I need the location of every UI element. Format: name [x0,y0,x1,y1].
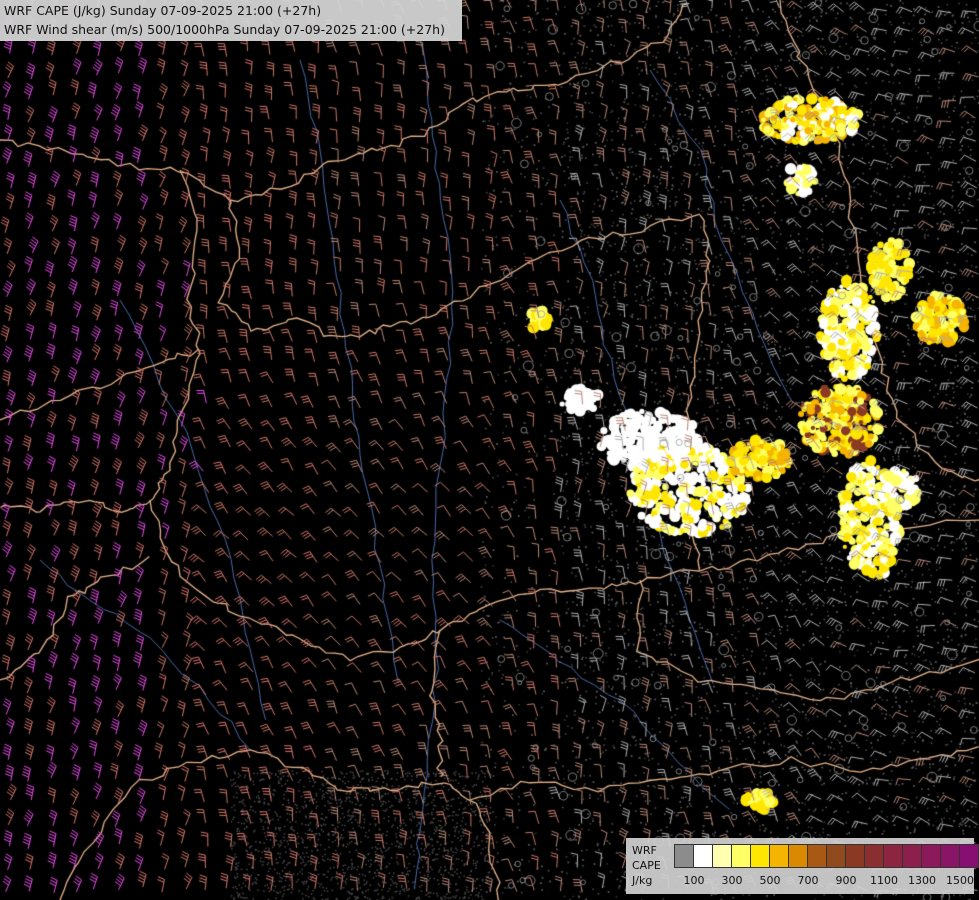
legend-tick: 900 [835,874,857,887]
legend-swatch [732,845,751,867]
legend-color-scale [674,844,979,868]
legend-tick: 1300 [908,874,936,887]
legend-tick: 300 [721,874,743,887]
legend-swatch [694,845,713,867]
legend-swatch [789,845,808,867]
legend-swatch [713,845,732,867]
cape-legend: WRF CAPE J/kg 100 300 500 700 900 1100 1300 150… [626,838,979,894]
legend-swatch [770,845,789,867]
legend-swatch [903,845,922,867]
legend-field-label: CAPE [632,859,661,872]
legend-swatch [960,845,979,867]
legend-model-label: WRF [632,844,657,857]
legend-tick: 1100 [870,874,898,887]
legend-swatch [865,845,884,867]
legend-tick: 500 [759,874,781,887]
cape-title: WRF CAPE (J/kg) Sunday 07-09-2025 21:00 … [4,3,322,18]
legend-tick: 100 [683,874,705,887]
legend-swatch [808,845,827,867]
shear-title: WRF Wind shear (m/s) 500/1000hPa Sunday … [4,22,445,37]
legend-swatch [827,845,846,867]
weather-map [0,0,979,900]
legend-tick-labels: 100 300 500 700 900 1100 1300 1500 [674,874,975,888]
legend-unit-label: J/kg [632,874,653,887]
legend-swatch [922,845,941,867]
legend-swatch [884,845,903,867]
legend-swatch [675,845,694,867]
legend-swatch [941,845,960,867]
legend-swatch [751,845,770,867]
legend-swatch [846,845,865,867]
legend-tick: 1500 [946,874,974,887]
legend-tick: 700 [797,874,819,887]
map-title: WRF CAPE (J/kg) Sunday 07-09-2025 21:00 … [0,0,462,41]
